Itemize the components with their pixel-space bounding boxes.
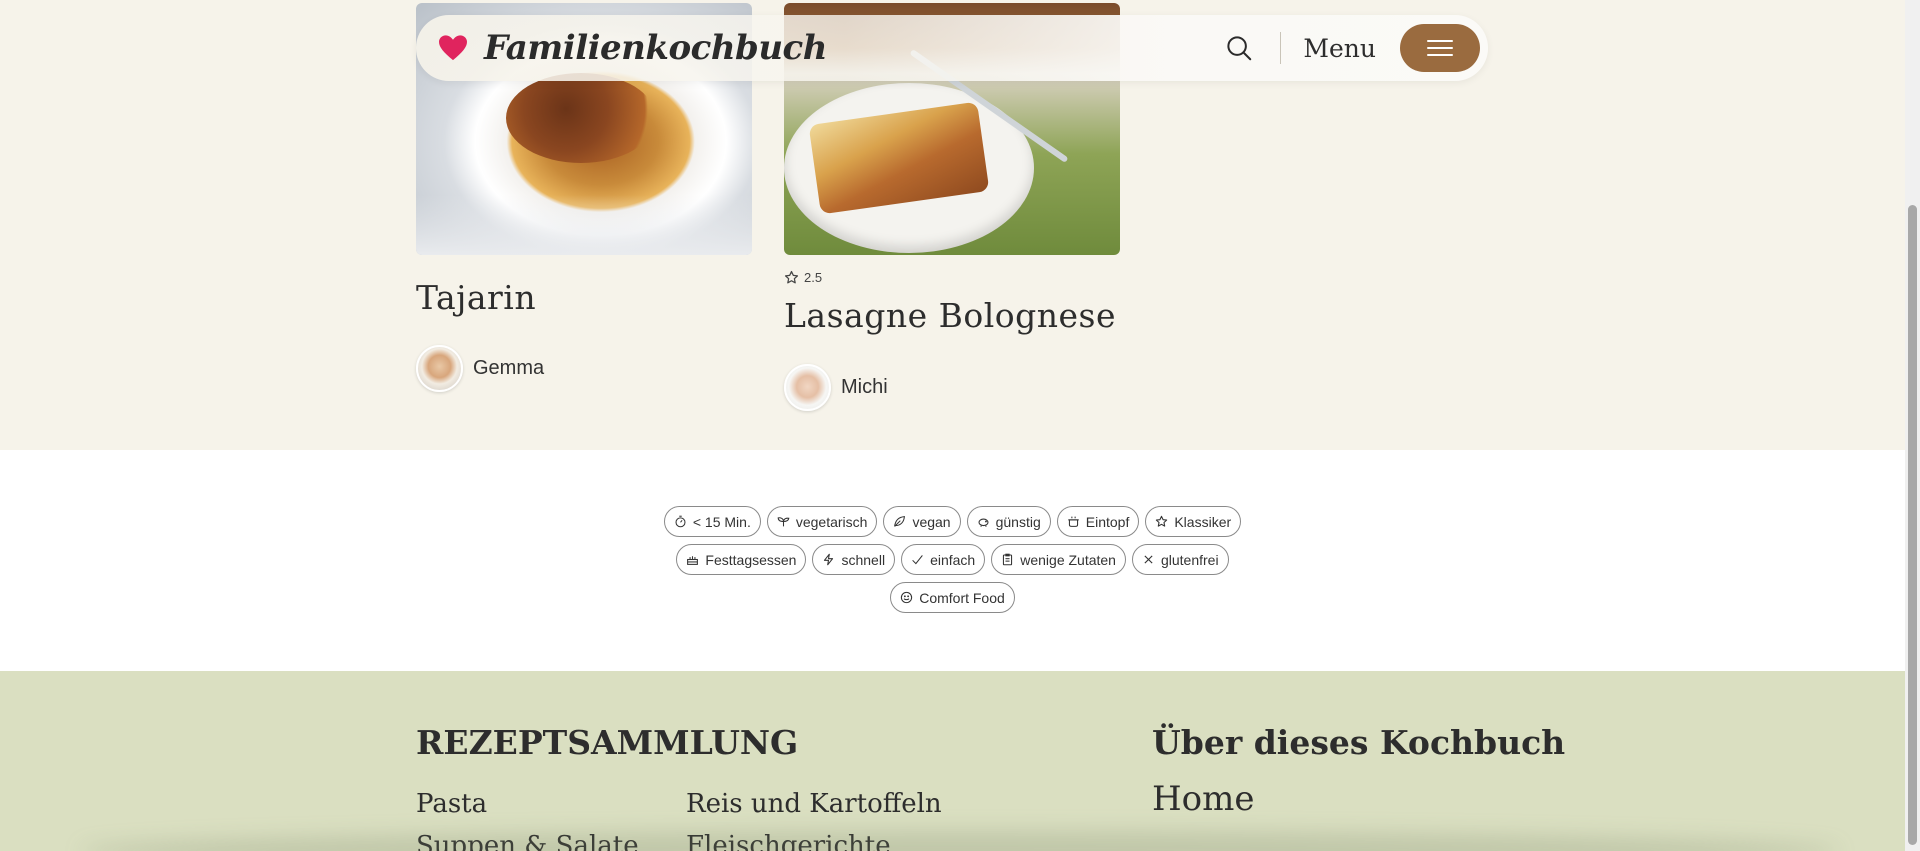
smile-icon xyxy=(901,591,913,604)
clipboard-icon xyxy=(1003,553,1013,566)
star-icon xyxy=(1156,515,1168,527)
recipe-title[interactable]: Tajarin xyxy=(416,278,536,317)
recipe-rating: 2.5 xyxy=(784,270,822,285)
recipe-title[interactable]: Lasagne Bolognese xyxy=(784,296,1116,335)
top-navbar: Familienkochbuch Menu xyxy=(416,15,1488,81)
tag-glutenfrei[interactable]: glutenfrei xyxy=(1131,544,1229,575)
check-icon xyxy=(912,555,923,565)
tag-vegetarisch[interactable]: vegetarisch xyxy=(766,506,878,537)
tag-list: < 15 Min. vegetarisch vegan günstig Eint… xyxy=(0,506,1905,613)
x-icon xyxy=(1144,555,1153,564)
recipe-author[interactable]: Michi xyxy=(784,364,888,411)
collection-heading: REZEPTSAMMLUNG xyxy=(416,723,799,762)
menu-button[interactable] xyxy=(1400,24,1480,72)
footer-link-reis-kartoffeln[interactable]: Reis und Kartoffeln xyxy=(686,789,942,819)
tag-eintopf[interactable]: Eintopf xyxy=(1056,506,1140,537)
tag-vegan[interactable]: vegan xyxy=(883,506,961,537)
brand-link[interactable]: Familienkochbuch xyxy=(438,28,827,68)
nav-actions: Menu xyxy=(1222,24,1480,72)
pot-icon xyxy=(1067,516,1079,527)
tag-einfach[interactable]: einfach xyxy=(901,544,986,575)
avatar xyxy=(784,364,831,411)
star-icon xyxy=(784,270,799,284)
site-footer: REZEPTSAMMLUNG Pasta Reis und Kartoffeln… xyxy=(0,671,1905,851)
tag-under-15-min[interactable]: < 15 Min. xyxy=(663,506,761,537)
avatar xyxy=(416,345,463,392)
about-heading[interactable]: Über dieses Kochbuch xyxy=(1152,723,1565,762)
tag-guenstig[interactable]: günstig xyxy=(966,506,1051,537)
hamburger-icon xyxy=(1427,40,1453,56)
heart-icon xyxy=(438,34,468,62)
tag-klassiker[interactable]: Klassiker xyxy=(1145,506,1242,537)
rating-value: 2.5 xyxy=(804,270,823,285)
menu-label[interactable]: Menu xyxy=(1303,34,1376,63)
timer-icon xyxy=(675,515,686,528)
tag-filter-section: < 15 Min. vegetarisch vegan günstig Eint… xyxy=(0,450,1905,671)
footer-link-home[interactable]: Home xyxy=(1152,779,1254,819)
tag-schnell[interactable]: schnell xyxy=(812,544,896,575)
author-name: Gemma xyxy=(473,357,545,379)
brand-name: Familienkochbuch xyxy=(484,28,827,68)
recipe-author[interactable]: Gemma xyxy=(416,345,544,392)
search-icon xyxy=(1227,36,1252,61)
scrollbar-thumb[interactable] xyxy=(1908,205,1917,845)
sprout-icon xyxy=(777,517,790,527)
author-name: Michi xyxy=(841,376,888,398)
footer-link-pasta[interactable]: Pasta xyxy=(416,789,487,819)
cake-icon xyxy=(687,556,699,565)
tag-comfort-food[interactable]: Comfort Food xyxy=(890,582,1015,613)
piggy-bank-icon xyxy=(978,518,989,527)
divider xyxy=(1280,32,1282,64)
search-button[interactable] xyxy=(1222,31,1256,65)
tag-wenige-zutaten[interactable]: wenige Zutaten xyxy=(991,544,1126,575)
page-scrollbar[interactable] xyxy=(1905,0,1920,851)
leaf-icon xyxy=(894,516,906,527)
lightning-icon xyxy=(824,553,834,566)
tag-festtagsessen[interactable]: Festtagsessen xyxy=(676,544,807,575)
